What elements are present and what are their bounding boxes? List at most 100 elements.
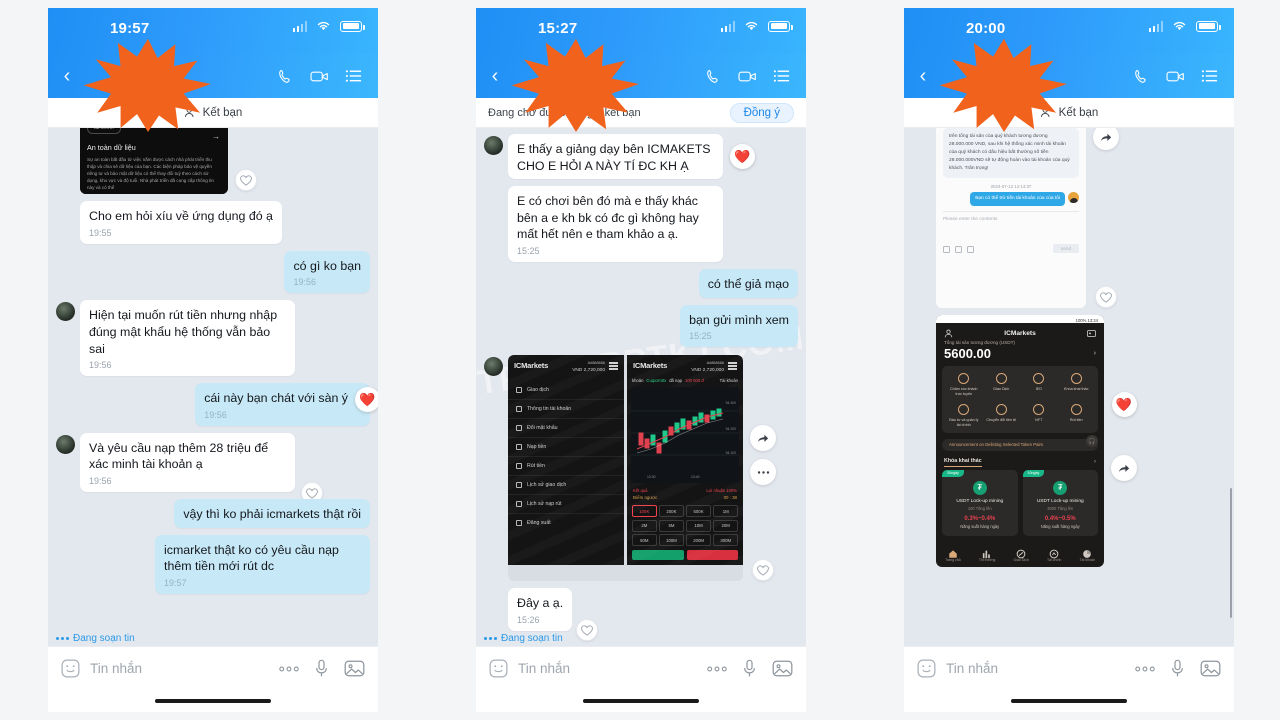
feature-grid[interactable]: Chăm sóc khách trực tuyến Giao Dịch IEO … (945, 373, 1095, 428)
message-row[interactable]: icmarket thật ko có yêu cầu nạp thêm tiề… (56, 534, 370, 594)
message-bubble[interactable]: bạn gửi mình xem 15:25 (680, 304, 798, 348)
amount-button[interactable]: 200K (659, 505, 684, 518)
message-bubble[interactable]: có gì ko bạn 19:56 (284, 250, 370, 294)
message-composer-3[interactable]: Tin nhắn (904, 646, 1234, 690)
message-row[interactable]: Và yêu cầu nạp thêm 28 triệu để xác minh… (56, 432, 370, 505)
phone-icon[interactable] (277, 68, 294, 85)
feature-item[interactable]: Giao Dịch (983, 373, 1021, 397)
amount-button[interactable]: 500K (686, 505, 711, 518)
mining-card[interactable]: 10ngày ₮ USDT Lock-up mining 3000 Tăng l… (1022, 469, 1098, 536)
message-row[interactable]: Hiện tại muốn rút tiền nhưng nhập đúng m… (56, 300, 370, 377)
chevron-right-icon[interactable]: › (1094, 350, 1096, 357)
message-row[interactable]: bạn gửi mình xem 15:25 (484, 304, 798, 348)
support-input-area[interactable]: Please enter the contents send (943, 211, 1079, 254)
amount-button[interactable]: 10M (686, 519, 711, 532)
share-icon[interactable] (1093, 128, 1119, 150)
list-menu-icon[interactable] (1201, 69, 1218, 83)
folder-icon[interactable] (967, 246, 974, 254)
person-icon[interactable] (944, 329, 953, 338)
accept-friend-button[interactable]: Đồng ý (729, 102, 794, 123)
emoji-icon[interactable] (61, 659, 80, 678)
hamburger-icon[interactable] (609, 362, 618, 370)
app-bottom-nav[interactable]: Trang chủ Thị trường Giao Dịch Tài chính… (936, 543, 1104, 567)
message-image-row[interactable]: 100% 13:24 ICMarkets Tổng tài sản tương … (912, 315, 1226, 567)
feature-item[interactable]: Đầu tư và quản lý tài chính (945, 403, 983, 428)
support-chat-image-card[interactable]: trên tổng tài sản của quý khách tương đư… (936, 128, 1086, 308)
video-camera-icon[interactable] (1166, 69, 1185, 84)
menu-item[interactable]: Giao dịch (508, 381, 624, 401)
nav-item[interactable]: Thị trường (979, 546, 995, 562)
message-input[interactable]: Tin nhắn (518, 661, 697, 676)
message-row[interactable]: E thấy a giảng dạy bên ICMAKETS CHO E HỎ… (484, 134, 798, 180)
back-chevron-icon[interactable]: ‹ (48, 66, 86, 86)
buy-sell-buttons[interactable] (627, 546, 743, 561)
message-row[interactable]: Cho em hỏi xíu về ứng dụng đó ạ 19:55 (56, 201, 370, 244)
feature-item[interactable]: Chăm sóc khách trực tuyến (945, 373, 983, 397)
heart-outline-icon[interactable] (1095, 286, 1117, 308)
chat-thread-3[interactable]: trên tổng tài sản của quý khách tương đư… (904, 128, 1234, 646)
video-camera-icon[interactable] (310, 69, 329, 84)
announcement-banner[interactable]: Announcement on Delisting Selected Token… (942, 438, 1098, 451)
share-icon[interactable] (750, 425, 776, 452)
scrollbar[interactable] (1230, 488, 1232, 618)
list-menu-icon[interactable] (345, 69, 362, 83)
message-bubble[interactable]: Cho em hỏi xíu về ứng dụng đó ạ 19:55 (80, 201, 282, 244)
amount-button[interactable]: 1M (713, 505, 738, 518)
message-bubble[interactable]: vậy thì ko phải icmarkets thật rồi (174, 499, 370, 528)
menu-item[interactable]: Lịch sử nạp rút (508, 495, 624, 515)
mining-card[interactable]: 30ngày ₮ USDT Lock-up mining 100 Tăng lê… (942, 469, 1018, 536)
chat-thread-2[interactable]: TRADERPTKT.COM E thấy a giảng dạy bên IC… (476, 128, 806, 646)
feature-item[interactable]: IEO (1020, 373, 1058, 397)
emoji-icon[interactable] (943, 246, 950, 254)
message-image-row[interactable]: ICMarkets A#868686 VND 2,720,000 Giao dị… (484, 355, 798, 582)
support-send-button[interactable]: send (1053, 244, 1079, 254)
menu-item[interactable]: Rút tiền (508, 457, 624, 477)
amount-button-grid[interactable]: 100K 200K 500K 1M 2M 5M 10M 20M 50M 100M… (627, 500, 743, 547)
message-composer-1[interactable]: Tin nhắn (48, 646, 378, 690)
microphone-icon[interactable] (315, 659, 328, 678)
heart-red-icon[interactable]: ❤️ (730, 144, 755, 170)
friend-bar[interactable]: Kết bạn (904, 98, 1234, 128)
message-bubble[interactable]: Đây a ạ. 15:26 (508, 588, 599, 642)
amount-button[interactable]: 300M (713, 534, 738, 547)
menu-item[interactable]: Nạp tiền (508, 438, 624, 458)
message-row[interactable]: vậy thì ko phải icmarkets thật rồi (56, 499, 370, 528)
menu-item[interactable]: Thông tin tài khoản (508, 400, 624, 420)
emoji-icon[interactable] (489, 659, 508, 678)
nav-item[interactable]: Giao Dịch (1013, 546, 1029, 562)
message-bubble[interactable]: Và yêu cầu nạp thêm 28 triệu để xác minh… (80, 432, 323, 505)
nav-item[interactable]: Tài chính (1047, 546, 1061, 562)
message-input[interactable]: Tin nhắn (946, 661, 1125, 676)
message-bubble[interactable]: Hiện tại muốn rút tiền nhưng nhập đúng m… (80, 300, 295, 377)
id-card-icon[interactable] (1087, 330, 1096, 337)
message-bubble[interactable]: E thấy a giảng dạy bên ICMAKETS CHO E HỎ… (508, 134, 723, 180)
video-camera-icon[interactable] (738, 69, 757, 84)
gallery-icon[interactable] (772, 659, 793, 678)
feature-item[interactable]: Chuyển đổi tiền tệ (983, 403, 1021, 428)
feature-item[interactable]: NFT (1020, 403, 1058, 428)
data-safety-image-card[interactable]: tài chính An toàn dữ liệu → Sự an toàn b… (80, 128, 228, 194)
message-row[interactable]: có gì ko bạn 19:56 (56, 250, 370, 294)
message-row[interactable]: Đây a ạ. 15:26 (484, 588, 798, 642)
message-row[interactable]: cái này bạn chát với sàn ý 19:56 ❤️ (56, 383, 378, 426)
feature-item[interactable]: Rút tiền (1058, 403, 1096, 428)
feature-item[interactable]: Khóa khai thác (1058, 373, 1096, 397)
friend-bar[interactable]: Kết bạn (48, 98, 378, 128)
message-image-row[interactable]: trên tổng tài sản của quý khách tương đư… (912, 128, 1226, 308)
amount-button[interactable]: 50M (632, 534, 657, 547)
heart-outline-icon[interactable] (576, 619, 599, 642)
message-bubble[interactable]: E có chơi bên đó mà e thấy khác bên a e … (508, 186, 723, 263)
amount-button[interactable]: 20M (713, 519, 738, 532)
more-dots-icon[interactable] (279, 665, 299, 673)
amount-button[interactable]: 100K (632, 505, 657, 518)
chat-thread-1[interactable]: tài chính An toàn dữ liệu → Sự an toàn b… (48, 128, 378, 646)
image-icon[interactable] (955, 246, 962, 254)
share-icon[interactable] (1111, 455, 1137, 482)
nav-item[interactable]: Tài khoản (1080, 546, 1095, 562)
message-row[interactable]: E có chơi bên đó mà e thấy khác bên a e … (484, 186, 798, 263)
menu-item[interactable]: Lịch sử giao dịch (508, 476, 624, 496)
message-row[interactable]: có thể giả mạo (484, 269, 798, 298)
more-dots-icon[interactable] (1135, 665, 1155, 673)
sell-button[interactable] (686, 550, 738, 561)
nav-item[interactable]: Trang chủ (945, 546, 961, 562)
